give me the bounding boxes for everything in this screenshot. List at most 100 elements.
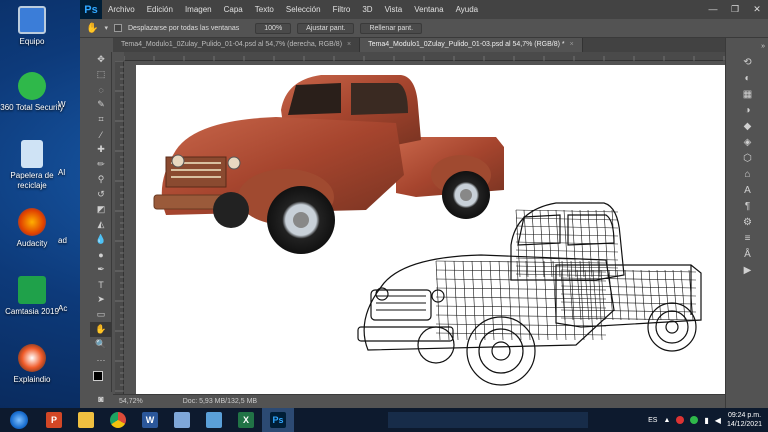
- menu-archivo[interactable]: Archivo: [102, 5, 141, 14]
- color-swatches[interactable]: [90, 367, 112, 391]
- history-brush-tool-icon[interactable]: ↺: [90, 187, 112, 202]
- minimize-button[interactable]: —: [702, 0, 724, 19]
- taskbar-app-notepad[interactable]: [166, 408, 198, 432]
- styles-icon[interactable]: ◆: [726, 118, 768, 134]
- menu-edicion[interactable]: Edición: [141, 5, 179, 14]
- properties-icon[interactable]: ⚙: [726, 214, 768, 230]
- desktop-icon-360-total-security[interactable]: 360 Total Security: [0, 72, 64, 113]
- tab-close-icon[interactable]: ×: [570, 41, 574, 48]
- swatches-icon[interactable]: ▦: [726, 86, 768, 102]
- canvas-area[interactable]: [124, 61, 726, 395]
- marquee-tool-icon[interactable]: ⬚: [90, 67, 112, 82]
- network-icon[interactable]: ▮: [704, 416, 708, 425]
- menu-ayuda[interactable]: Ayuda: [450, 5, 485, 14]
- taskbar-app-explorer[interactable]: [70, 408, 102, 432]
- zoom-level[interactable]: 54,72%: [119, 398, 143, 405]
- taskbar-app-excel[interactable]: X: [230, 408, 262, 432]
- taskbar-app-word[interactable]: W: [134, 408, 166, 432]
- desktop-icon-label: 360 Total Security: [0, 103, 64, 112]
- quick-select-tool-icon[interactable]: ✎: [90, 97, 112, 112]
- desktop-icon-audacity[interactable]: Audacity: [0, 208, 64, 249]
- tray-chevron-icon[interactable]: ▲: [663, 417, 670, 424]
- tab-document-03[interactable]: Tema4_Modulo1_0Zulay_Pulido_01-03.psd al…: [360, 38, 583, 52]
- desktop-icon-label: Explaindio: [13, 375, 51, 384]
- adjustments-icon[interactable]: ◑: [726, 102, 768, 118]
- hand-tool-icon: ✋: [86, 22, 99, 34]
- menu-imagen[interactable]: Imagen: [179, 5, 218, 14]
- tab-close-icon[interactable]: ×: [347, 41, 351, 48]
- system-tray: ES ▲ ▮ ◀ 09:24 p.m. 14/12/2021: [648, 408, 762, 432]
- taskbar-app-chrome[interactable]: [102, 408, 134, 432]
- taskbar-app-photoshop[interactable]: Ps: [262, 408, 294, 432]
- layers-icon[interactable]: ◈: [726, 134, 768, 150]
- fit-screen-button[interactable]: Ajustar pant.: [297, 22, 355, 34]
- taskbar-app-powerpoint[interactable]: P: [38, 408, 70, 432]
- maximize-button[interactable]: ❐: [724, 0, 746, 19]
- dodge-tool-icon[interactable]: ●: [90, 247, 112, 262]
- clock[interactable]: 09:24 p.m. 14/12/2021: [727, 411, 762, 429]
- zoom-tool-icon[interactable]: 🔍: [90, 337, 112, 352]
- folder-icon: [78, 412, 94, 428]
- play-action-icon[interactable]: ▶: [726, 262, 768, 278]
- eyedropper-tool-icon[interactable]: ⁄: [90, 127, 112, 142]
- foreground-color-swatch[interactable]: [93, 371, 103, 381]
- start-button[interactable]: [0, 408, 38, 432]
- tool-preset-chevron-icon[interactable]: ▾: [104, 24, 108, 32]
- shape-tool-icon[interactable]: ▭: [90, 307, 112, 322]
- desktop-icon-equipo[interactable]: Equipo: [0, 6, 64, 47]
- tab-document-04[interactable]: Tema4_Modulo1_0Zulay_Pulido_01-04.psd al…: [113, 38, 361, 52]
- character-icon[interactable]: A: [726, 182, 768, 198]
- collapse-panels-icon[interactable]: »: [726, 38, 768, 54]
- desktop-icon-recycle-bin[interactable]: Papelera de reciclaje: [0, 140, 64, 191]
- menu-3d[interactable]: 3D: [356, 5, 378, 14]
- eraser-tool-icon[interactable]: ◩: [90, 202, 112, 217]
- menu-capa[interactable]: Capa: [218, 5, 249, 14]
- status-bar: 54,72% Doc: 5,93 MB/132,5 MB: [113, 394, 725, 408]
- security-tray-icon[interactable]: [690, 416, 699, 424]
- photoshop-icon: Ps: [270, 412, 286, 428]
- desktop-icon-label-cut: W: [58, 100, 66, 109]
- type-tool-icon[interactable]: T: [90, 277, 112, 292]
- glyphs-icon[interactable]: Å: [726, 246, 768, 262]
- volume-icon[interactable]: ◀: [715, 416, 721, 425]
- antivirus-tray-icon[interactable]: [676, 416, 685, 424]
- scroll-all-windows-checkbox[interactable]: [113, 24, 122, 32]
- menu-filtro[interactable]: Filtro: [327, 5, 357, 14]
- lasso-tool-icon[interactable]: ◌: [90, 82, 112, 97]
- blur-tool-icon[interactable]: 💧: [90, 232, 112, 247]
- desktop-icon-explaindio[interactable]: Explaindio: [0, 344, 64, 385]
- clone-stamp-tool-icon[interactable]: ⚲: [90, 172, 112, 187]
- channels-icon[interactable]: ⬡: [726, 150, 768, 166]
- rusty-truck-photo: [153, 75, 504, 254]
- menu-vista[interactable]: Vista: [379, 5, 409, 14]
- paths-icon[interactable]: ⌂: [726, 166, 768, 182]
- menu-ventana[interactable]: Ventana: [408, 5, 449, 14]
- paragraph-icon[interactable]: ¶: [726, 198, 768, 214]
- move-tool-icon[interactable]: ✥: [90, 52, 112, 67]
- path-select-tool-icon[interactable]: ➤: [90, 292, 112, 307]
- paint-bucket-tool-icon[interactable]: ◭: [90, 217, 112, 232]
- fill-screen-button[interactable]: Rellenar pant.: [360, 22, 423, 34]
- quick-mask-icon[interactable]: ◙: [90, 391, 112, 406]
- panel-dock: » ⟲ ◐ ▦ ◑ ◆ ◈ ⬡ ⌂ A ¶ ⚙ ≡ Å ▶: [725, 38, 768, 408]
- desktop-icon-camtasia[interactable]: Camtasia 2019: [0, 276, 64, 317]
- menu-seleccion[interactable]: Selección: [280, 5, 327, 14]
- taskbar-app-window[interactable]: [198, 408, 230, 432]
- desktop-icon-label: Audacity: [16, 239, 48, 248]
- document-canvas[interactable]: [136, 65, 726, 395]
- color-icon[interactable]: ◐: [726, 70, 768, 86]
- menu-texto[interactable]: Texto: [249, 5, 280, 14]
- pen-tool-icon[interactable]: ✒: [90, 262, 112, 277]
- history-icon[interactable]: ⟲: [726, 54, 768, 70]
- more-tools-icon[interactable]: ···: [90, 352, 112, 367]
- brush-settings-icon[interactable]: ≡: [726, 230, 768, 246]
- crop-tool-icon[interactable]: ⌗: [90, 112, 112, 127]
- close-button[interactable]: ✕: [746, 0, 768, 19]
- tab-label: Tema4_Modulo1_0Zulay_Pulido_01-04.psd al…: [121, 41, 343, 48]
- hand-tool-icon[interactable]: ✋: [90, 322, 112, 337]
- clock-date: 14/12/2021: [726, 421, 762, 428]
- zoom-100-button[interactable]: 100%: [255, 22, 292, 34]
- language-indicator[interactable]: ES: [648, 417, 657, 424]
- healing-brush-tool-icon[interactable]: ✚: [90, 142, 112, 157]
- brush-tool-icon[interactable]: ✏: [90, 157, 112, 172]
